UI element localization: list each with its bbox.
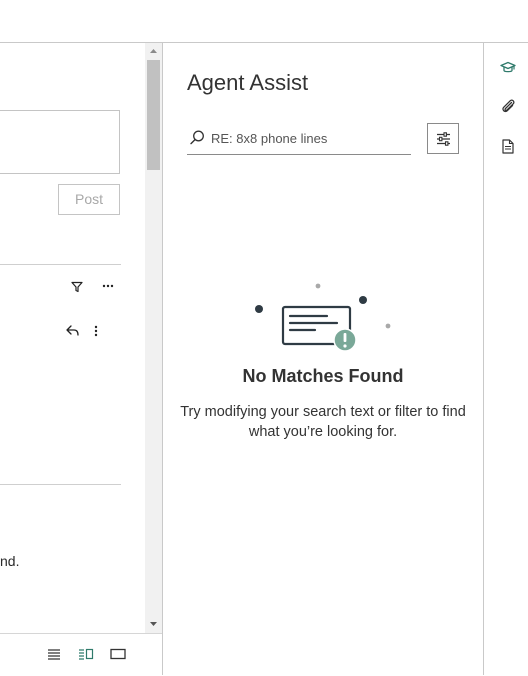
paperclip-icon[interactable] <box>501 98 516 115</box>
search-field[interactable] <box>187 124 411 155</box>
divider <box>0 264 121 265</box>
search-input[interactable] <box>211 128 407 148</box>
scroll-up-arrow-icon[interactable] <box>145 43 162 60</box>
top-bar <box>0 0 528 43</box>
more-vertical-icon[interactable] <box>94 325 98 337</box>
no-matches-illustration <box>255 283 391 352</box>
post-button[interactable]: Post <box>58 184 120 215</box>
document-icon[interactable] <box>502 139 514 154</box>
filter-settings-button[interactable] <box>427 123 459 154</box>
empty-state-description: Try modifying your search text or filter… <box>180 404 466 440</box>
list-view-icon[interactable] <box>47 648 61 660</box>
search-icon <box>190 130 204 145</box>
filter-icon[interactable] <box>71 281 83 293</box>
single-view-icon[interactable] <box>110 648 126 660</box>
message-text: nd. <box>0 553 20 569</box>
panel-title: Agent Assist <box>187 70 309 95</box>
reply-icon[interactable] <box>66 325 79 336</box>
more-icon[interactable] <box>102 284 114 288</box>
divider <box>0 484 121 485</box>
pane-divider <box>162 43 163 675</box>
graduation-cap-icon[interactable] <box>500 61 516 74</box>
comment-input[interactable] <box>0 110 120 174</box>
sliders-icon <box>437 132 450 146</box>
scroll-down-arrow-icon[interactable] <box>145 616 162 633</box>
right-rail <box>484 43 528 675</box>
empty-state-title: No Matches Found <box>242 366 404 386</box>
split-view-icon[interactable] <box>78 648 94 660</box>
scrollbar-thumb[interactable] <box>147 60 160 170</box>
